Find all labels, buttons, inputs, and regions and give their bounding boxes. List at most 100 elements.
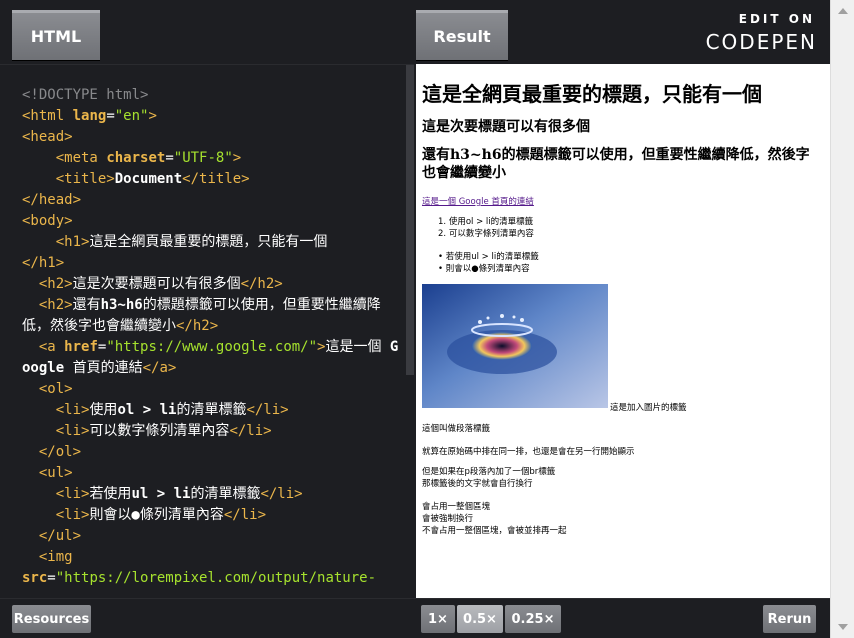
- code-tag: </li>: [246, 402, 289, 418]
- code-tag: <li>: [55, 507, 90, 523]
- code-value: "https://lorempixel.com/output/nature-: [55, 570, 377, 586]
- code-text: 這是全網頁最重要的標題，只能有一個: [89, 234, 328, 250]
- code-text: 則會以●條列清單內容: [89, 507, 224, 523]
- result-image-caption: 這是加入圖片的標籤: [610, 403, 687, 413]
- result-ordered-list: 1. 使用ol > li的清單標籤 2. 可以數字條列清單內容: [438, 216, 534, 240]
- top-bar: HTML Result EDIT ON CODEPEN: [0, 0, 833, 64]
- code-tag: </li>: [229, 423, 272, 439]
- result-block-demo: 會占用一整個區塊 會被強制換行 不會占用一整個區塊，會被並排再一起: [422, 501, 567, 537]
- code-tag: </h2>: [240, 276, 283, 292]
- result-line: 不會占用一整個區塊，會被並排再一起: [422, 526, 567, 536]
- code-tag: <a: [38, 339, 56, 355]
- codepen-embed: HTML Result EDIT ON CODEPEN <!DOCTYPE ht…: [0, 0, 854, 638]
- list-item-text: 可以數字條列清單內容: [448, 229, 534, 239]
- code-tag: <body>: [22, 213, 73, 229]
- code-text: Document: [114, 171, 183, 187]
- code-text: ol > li: [117, 402, 177, 418]
- code-eq: =: [165, 150, 174, 166]
- list-item: 2. 可以數字條列清單內容: [438, 229, 534, 239]
- list-item: 1. 使用ol > li的清單標籤: [438, 217, 534, 227]
- rerun-button[interactable]: Rerun: [763, 605, 816, 633]
- zoom-1x-button[interactable]: 1×: [421, 605, 455, 633]
- code-tag: <img: [38, 549, 73, 565]
- result-h1: 這是全網頁最重要的標題，只能有一個: [422, 82, 762, 106]
- scroll-up-icon[interactable]: [838, 8, 848, 14]
- code-text: 首頁的連結: [64, 360, 143, 376]
- code-tag: </li>: [260, 486, 303, 502]
- page-scrollbar[interactable]: [830, 0, 854, 638]
- code-tag: </a>: [142, 360, 177, 376]
- code-tag: <li>: [55, 423, 90, 439]
- result-line: 會占用一整個區塊: [422, 502, 491, 512]
- list-item-text: 使用ol > li的清單標籤: [448, 217, 534, 227]
- tab-result[interactable]: Result: [416, 10, 508, 60]
- code-tag: </head>: [22, 192, 82, 208]
- code-tag: <h2>: [38, 297, 73, 313]
- zoom-025x-button[interactable]: 0.25×: [505, 605, 561, 633]
- code-tag: <head>: [22, 129, 73, 145]
- code-text: 這是次要標題可以有很多個: [72, 276, 241, 292]
- code-tag: <title>: [55, 171, 115, 187]
- code-text: 這是一個: [325, 339, 390, 355]
- tab-html[interactable]: HTML: [12, 10, 100, 60]
- code-text: h3~h6: [100, 297, 143, 313]
- result-line: 但是如果在p段落內加了一個br標籤: [422, 467, 556, 477]
- result-line: 那標籤後的文字就會自行換行: [422, 479, 533, 489]
- code-tag: </ol>: [38, 444, 82, 460]
- code-value: "en": [114, 108, 149, 124]
- code-text: ul > li: [131, 486, 191, 502]
- code-content: <!DOCTYPE html> <html lang="en"> <head> …: [22, 85, 402, 589]
- result-google-link[interactable]: 這是一個 Google 首頁的連結: [422, 195, 534, 207]
- code-tag: <li>: [55, 486, 90, 502]
- code-tag: <meta: [55, 150, 98, 166]
- code-text: 可以數字條列清單內容: [89, 423, 230, 439]
- result-nature-image: [422, 284, 608, 408]
- code-attr: href: [64, 339, 98, 355]
- html-code-editor[interactable]: <!DOCTYPE html> <html lang="en"> <head> …: [0, 64, 414, 598]
- code-tag: <h1>: [55, 234, 90, 250]
- code-text: 的清單標籤: [190, 486, 261, 502]
- result-paragraph: 但是如果在p段落內加了一個br標籤 那標籤後的文字就會自行換行: [422, 466, 555, 490]
- edit-on-label: EDIT ON: [738, 12, 815, 26]
- code-attr: charset: [106, 150, 166, 166]
- code-scrollbar[interactable]: [406, 65, 414, 375]
- code-attr: lang: [72, 108, 107, 124]
- code-tag: </title>: [182, 171, 250, 187]
- code-doctype: <!DOCTYPE html>: [22, 87, 149, 103]
- code-value: "UTF-8": [173, 150, 233, 166]
- code-attr: src: [22, 570, 48, 586]
- code-tag: </h1>: [22, 255, 65, 271]
- result-paragraph: 這個叫做段落標籤: [422, 424, 491, 434]
- result-line: 會被強制換行: [422, 514, 474, 524]
- code-tag: </h2>: [176, 318, 219, 334]
- list-item: • 則會以●條列清單內容: [438, 264, 530, 274]
- zoom-05x-button[interactable]: 0.5×: [457, 605, 503, 633]
- code-tag: <ol>: [38, 381, 73, 397]
- result-preview: 這是全網頁最重要的標題，只能有一個 這是次要標題可以有很多個 還有h3~h6的標…: [416, 64, 830, 598]
- code-tag: >: [232, 150, 242, 166]
- code-text: 使用: [89, 402, 118, 418]
- code-eq: =: [106, 108, 115, 124]
- result-unordered-list: • 若使用ul > li的清單標籤 • 則會以●條列清單內容: [438, 251, 539, 275]
- code-eq: =: [47, 570, 56, 586]
- codepen-logo: CODEPEN: [705, 30, 817, 54]
- edit-on-codepen-link[interactable]: EDIT ON CODEPEN: [693, 12, 817, 54]
- list-item-text: 若使用ul > li的清單標籤: [445, 252, 539, 262]
- code-value: "https://www.google.com/": [106, 339, 318, 355]
- code-tag: <li>: [55, 402, 90, 418]
- code-tag: <h2>: [38, 276, 73, 292]
- code-tag: >: [148, 108, 157, 124]
- scroll-down-icon[interactable]: [838, 624, 848, 630]
- result-h2: 還有h3~h6的標題標籤可以使用，但重要性繼續降低，然後字也會繼續變小: [422, 147, 810, 181]
- result-paragraph: 就算在原始碼中排在同一排，也還是會在另一行開始顯示: [422, 447, 635, 457]
- list-item-text: 則會以●條列清單內容: [445, 264, 530, 274]
- list-item: • 若使用ul > li的清單標籤: [438, 252, 539, 262]
- code-tag: <ul>: [38, 465, 73, 481]
- code-text: 的清單標籤: [176, 402, 247, 418]
- bottom-bar: Resources 1× 0.5× 0.25× Rerun: [0, 598, 830, 638]
- code-tag: </ul>: [38, 528, 82, 544]
- resources-button[interactable]: Resources: [12, 605, 91, 633]
- code-tag: </li>: [223, 507, 267, 523]
- code-text: 若使用: [89, 486, 132, 502]
- code-tag: <html: [22, 108, 65, 124]
